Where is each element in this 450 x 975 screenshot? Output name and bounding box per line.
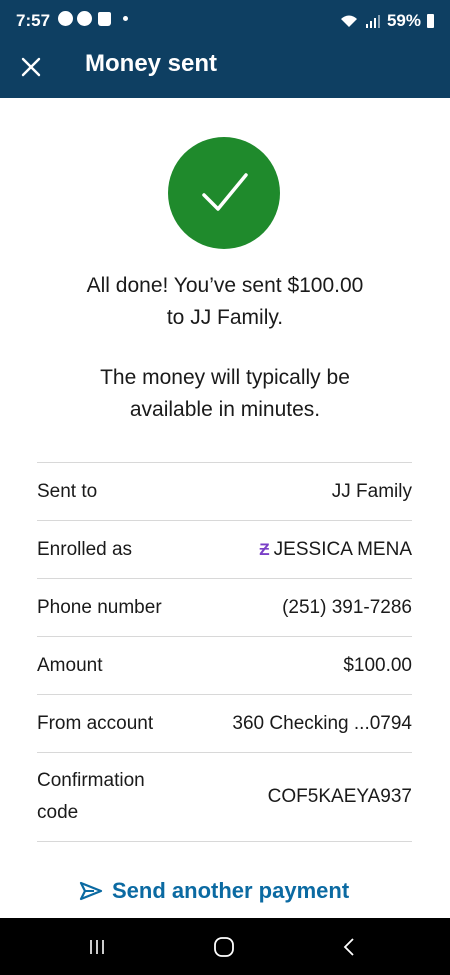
recent-apps-button[interactable] [82,932,112,962]
confirmation-headline: All done! You’ve sent $100.00 to JJ Fami… [20,270,430,334]
notification-icon [77,11,92,26]
detail-value: COF5KAEYA937 [267,786,412,807]
detail-value: (251) 391-7286 [282,596,412,618]
detail-row-amount: Amount $100.00 [37,637,412,695]
checkmark-icon [202,173,248,211]
send-another-payment-button[interactable]: Send another payment [78,878,349,904]
back-chevron-icon [343,938,354,956]
detail-row-confirmation-code: Confirmation code COF5KAEYA937 [37,753,412,842]
detail-value: JESSICA MENA [273,538,412,560]
system-navigation-bar [0,918,450,975]
detail-row-sent-to: Sent to JJ Family [37,463,412,521]
detail-label: Amount [37,654,103,676]
status-bar: 7:57 59% [0,0,450,40]
detail-label-line: Confirmation [37,770,145,791]
recent-apps-icon [90,940,104,954]
battery-percent: 59% [386,11,421,30]
note-line: available in minutes. [129,398,321,421]
back-button[interactable] [334,932,364,962]
availability-note: The money will typically be available in… [20,362,430,426]
home-icon [214,937,234,957]
detail-value: 360 Checking ...0794 [232,712,412,734]
detail-label: Sent to [37,480,98,502]
note-line: The money will typically be [100,366,350,389]
detail-label: Confirmation code [37,765,145,829]
detail-row-phone-number: Phone number (251) 391-7286 [37,579,412,637]
close-button[interactable] [14,50,48,84]
payment-details: Sent to JJ Family Enrolled as Ƶ JESSICA … [37,462,412,842]
success-checkmark-icon [168,137,280,249]
detail-label-line: code [37,802,79,823]
detail-label: From account [37,712,154,734]
detail-row-from-account: From account 360 Checking ...0794 [37,695,412,753]
notification-icon [58,11,73,26]
status-indicators: 59% [339,11,434,31]
shopping-bag-icon [98,11,111,26]
send-another-label: Send another payment [112,878,350,903]
detail-value: $100.00 [343,654,412,676]
detail-value-wrapper: Ƶ JESSICA MENA [259,539,412,561]
send-arrow-icon [79,881,103,901]
notification-icons [58,11,128,26]
page-title: Money sent [85,50,218,77]
detail-label: Phone number [37,596,162,618]
wifi-icon [340,15,357,27]
close-icon [21,57,41,77]
detail-label: Enrolled as [37,538,133,560]
app-bar: Money sent [0,40,450,98]
zelle-logo-icon: Ƶ [259,539,270,559]
app-header: 7:57 59% Money sent [0,0,450,98]
battery-icon [427,14,434,28]
headline-line: to JJ Family. [166,306,284,329]
more-notifications-dot-icon [123,16,128,21]
status-time: 7:57 [16,11,51,30]
signal-icon [365,15,380,28]
home-button[interactable] [209,932,239,962]
headline-line: All done! You’ve sent $100.00 [86,274,364,297]
detail-row-enrolled-as: Enrolled as Ƶ JESSICA MENA [37,521,412,579]
detail-value: JJ Family [331,480,412,502]
